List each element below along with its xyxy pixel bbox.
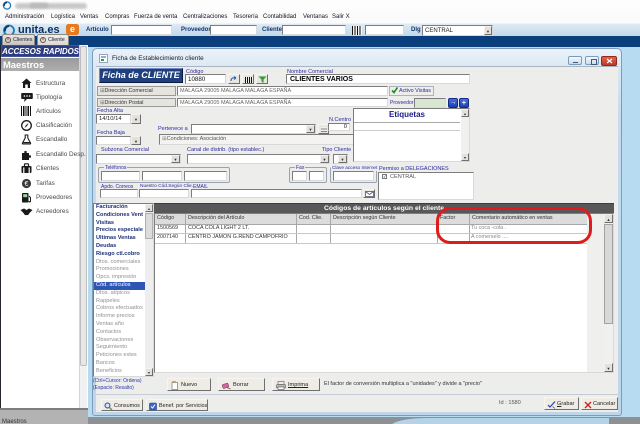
svg-text:€: €: [25, 181, 29, 188]
